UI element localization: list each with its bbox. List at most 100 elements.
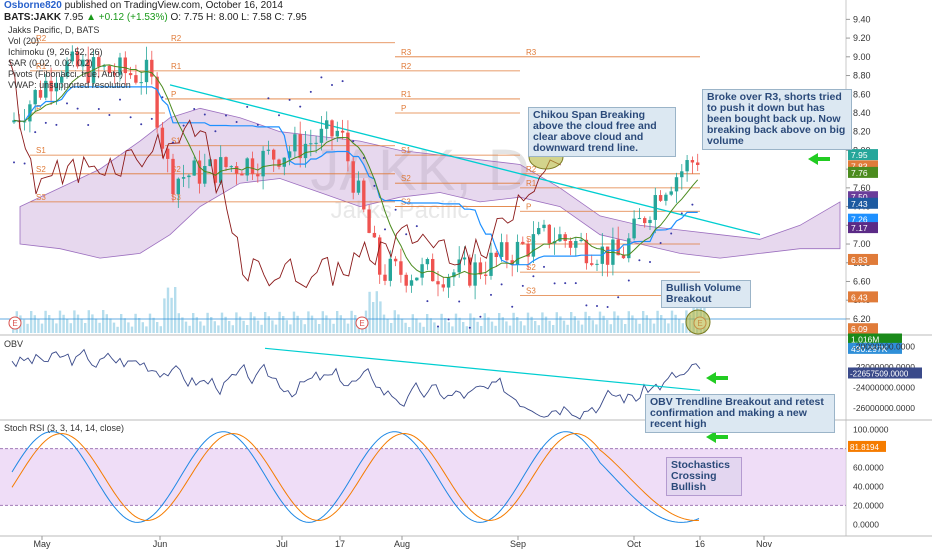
volume-bar xyxy=(476,321,479,333)
volume-bar xyxy=(296,315,299,333)
volume-bar xyxy=(109,318,112,333)
stoch-annotation[interactable]: Stochastics Crossing Bullish xyxy=(666,457,742,496)
volume-bar xyxy=(346,323,350,333)
volume-bar xyxy=(206,312,209,333)
volume-bar xyxy=(566,324,569,333)
sar-dot xyxy=(256,123,259,126)
candle-body xyxy=(356,180,361,193)
sar-dot xyxy=(606,305,609,308)
volume-bar xyxy=(415,318,418,333)
candle-body xyxy=(309,143,313,145)
volume-bar xyxy=(552,325,555,333)
legend-pivots[interactable]: Pivots (Fibonacci, true, Auto) xyxy=(8,69,123,80)
author-link[interactable]: Osborne820 xyxy=(4,0,62,11)
sar-dot xyxy=(193,107,196,110)
volume-bar xyxy=(22,319,26,333)
volume-bar xyxy=(303,324,306,333)
legend-title[interactable]: Jakks Pacific, D, BATS xyxy=(8,25,99,36)
obv-trendline xyxy=(264,347,701,391)
candle-body xyxy=(378,237,382,275)
candle-body xyxy=(393,258,398,262)
volume-bar xyxy=(624,324,627,333)
obv-annotation[interactable]: OBV Trendline Breakout and retest confir… xyxy=(645,394,835,433)
volume-bar xyxy=(652,323,656,333)
volume-bar xyxy=(458,317,461,333)
volume-bar xyxy=(30,311,33,333)
time-tick-label: 17 xyxy=(335,539,345,549)
volume-bar xyxy=(505,321,508,333)
obv-pane-label: OBV xyxy=(4,339,24,349)
sar-dot xyxy=(596,304,598,307)
main-chart-svg[interactable]: 9.409.209.008.808.608.408.208.007.807.60… xyxy=(0,0,932,550)
price-tick-label: 6.20 xyxy=(853,314,871,324)
sar-dot xyxy=(426,300,429,303)
sar-dot xyxy=(214,130,217,133)
sar-dot xyxy=(34,131,37,134)
volume-bar xyxy=(310,315,314,333)
sar-dot xyxy=(649,261,651,264)
candle-body xyxy=(181,177,186,179)
volume-bar xyxy=(609,324,612,333)
volume-bar xyxy=(220,312,224,333)
sar-dot xyxy=(161,96,164,99)
candle-body xyxy=(335,130,339,137)
r3-annotation[interactable]: Broke over R3, shorts tried to push it d… xyxy=(702,89,852,150)
sar-dot xyxy=(627,279,630,282)
pivot-label: R2 xyxy=(171,34,182,43)
volume-bar xyxy=(228,321,231,333)
candle-body xyxy=(415,277,419,281)
sar-dot xyxy=(553,282,556,285)
sar-dot xyxy=(172,141,174,144)
volume-bar xyxy=(307,311,310,333)
volume-bar xyxy=(523,325,526,333)
volume-bar xyxy=(321,311,324,333)
volume-annotation[interactable]: Bullish Volume Breakout xyxy=(661,280,751,308)
candle-body xyxy=(388,258,392,281)
candle-body xyxy=(685,160,689,172)
sar-dot xyxy=(447,318,450,321)
ohlc-values: O: 7.75 H: 8.00 L: 7.58 C: 7.95 xyxy=(170,12,307,23)
volume-bar xyxy=(393,310,396,333)
price-tick-label: 8.20 xyxy=(853,127,871,137)
sar-dot xyxy=(150,117,153,120)
price-badge-label: 6.83 xyxy=(851,255,868,265)
stoch-tick-label: 60.0000 xyxy=(853,463,884,473)
volume-bar xyxy=(660,315,663,333)
candle-body xyxy=(542,224,546,229)
volume-bar xyxy=(159,326,162,333)
chikou-annotation[interactable]: Chikou Span Breaking above the cloud fre… xyxy=(528,107,676,157)
pivot-label: R2 xyxy=(401,62,412,71)
sar-dot xyxy=(362,156,365,159)
volume-bar xyxy=(84,323,87,333)
quote-line: BATS:JAKK 7.95 ▲ +0.12 (+1.53%) O: 7.75 … xyxy=(4,12,307,23)
volume-bar xyxy=(375,291,378,333)
sar-dot xyxy=(267,97,270,100)
legend-sar[interactable]: SAR (0.02, 0.02, 0.2) xyxy=(8,58,93,69)
volume-bar xyxy=(379,301,382,333)
volume-bar xyxy=(606,320,609,333)
volume-bar xyxy=(483,313,486,333)
sar-dot xyxy=(13,161,15,164)
volume-bar xyxy=(152,317,155,333)
pivot-label: P xyxy=(526,202,531,211)
candle-body xyxy=(128,73,133,76)
volume-bar xyxy=(120,314,123,333)
candle-body xyxy=(134,75,138,83)
volume-bar xyxy=(436,326,440,333)
volume-bar xyxy=(591,320,594,333)
legend-vwap[interactable]: VWAP: unsupported resolution xyxy=(8,80,131,91)
price-badge-label: 7.95 xyxy=(851,150,868,160)
price-tick-label: 9.00 xyxy=(853,52,871,62)
candle-body xyxy=(192,160,196,176)
sar-dot xyxy=(76,107,79,110)
volume-bar xyxy=(382,314,386,333)
price-tick-label: 8.40 xyxy=(853,108,871,118)
volume-bar xyxy=(202,325,206,333)
legend-vol[interactable]: Vol (20) xyxy=(8,36,39,47)
volume-bar xyxy=(577,320,580,333)
candle-body xyxy=(595,263,599,265)
candle-body xyxy=(558,234,562,242)
sar-dot xyxy=(585,304,588,307)
legend-ichimoku[interactable]: Ichimoku (9, 26, 52, 26) xyxy=(8,47,103,58)
sar-dot xyxy=(617,296,620,299)
